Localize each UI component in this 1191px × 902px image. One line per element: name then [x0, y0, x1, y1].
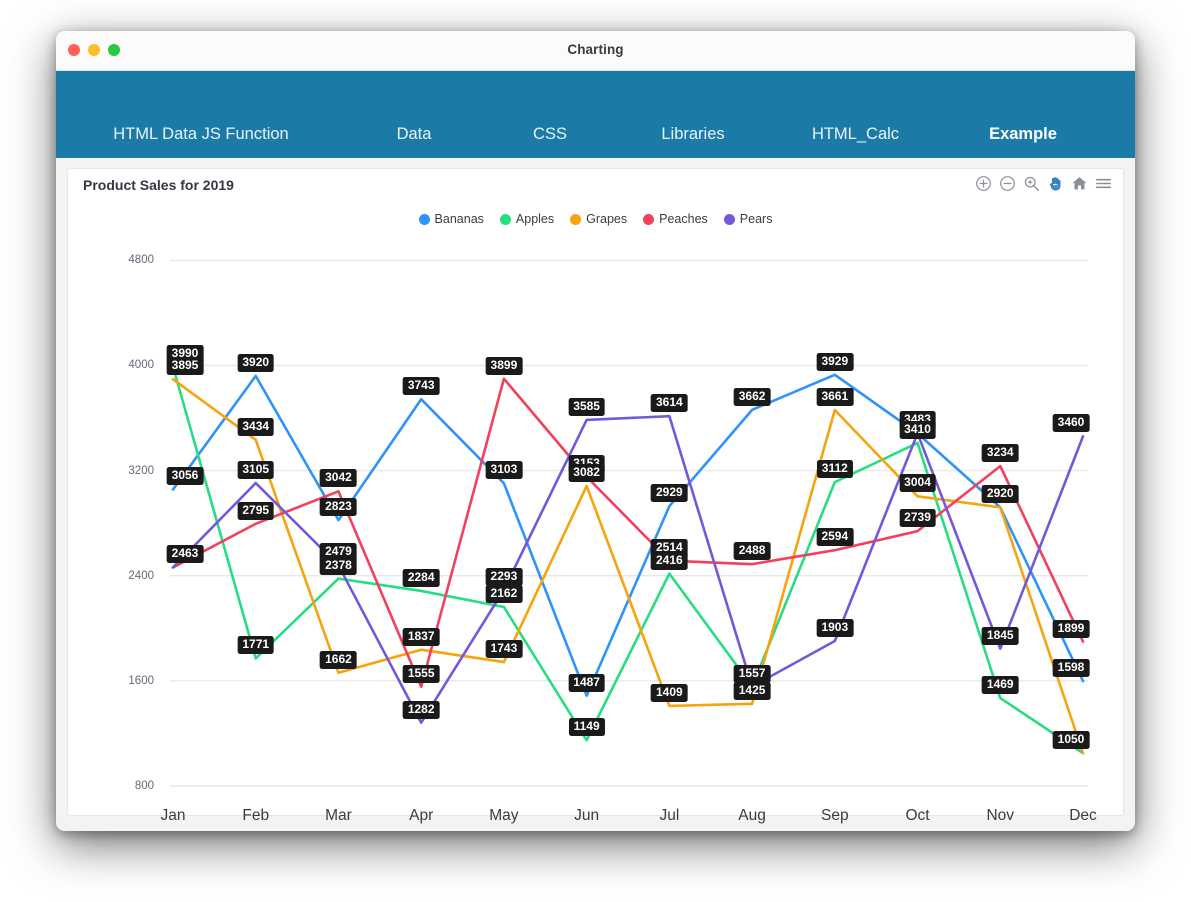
nav-item-libraries[interactable]: Libraries [618, 125, 768, 144]
data-label: 1050 [1052, 731, 1090, 750]
series-line-pears[interactable] [171, 414, 1085, 724]
data-label: 1743 [485, 640, 523, 659]
y-axis-tick-label: 3200 [128, 464, 154, 477]
data-label: 3662 [733, 387, 771, 406]
nav-item-html-data-js-function[interactable]: HTML Data JS Function [56, 125, 346, 144]
data-label: 2416 [651, 551, 688, 570]
nav-item-css[interactable]: CSS [482, 125, 618, 144]
data-label: 2594 [816, 528, 854, 547]
y-axis-tick-label: 800 [134, 780, 154, 792]
data-label: 2284 [402, 568, 440, 587]
data-label: 3460 [1052, 414, 1090, 433]
data-label: 3234 [981, 444, 1019, 463]
data-label: 1845 [981, 626, 1019, 645]
data-label: 3103 [485, 461, 523, 480]
navbar: HTML Data JS Function Data CSS Libraries… [56, 71, 1135, 159]
y-axis-tick-label: 4000 [128, 359, 154, 372]
x-axis-tick-label: Jul [659, 807, 680, 824]
y-axis-tick-label: 4800 [128, 254, 154, 267]
nav-item-html-calc[interactable]: HTML_Calc [768, 125, 943, 144]
series-line-grapes[interactable] [171, 377, 1085, 755]
x-axis-tick-label: Dec [1069, 807, 1097, 824]
app-window: Charting HTML Data JS Function Data CSS … [56, 31, 1135, 831]
x-axis-tick-label: Aug [738, 807, 766, 824]
data-label: 3112 [816, 460, 853, 479]
x-axis-tick-label: Feb [242, 807, 270, 824]
data-label: 1487 [568, 673, 605, 692]
screen: Charting HTML Data JS Function Data CSS … [0, 0, 1191, 902]
data-label: 1662 [320, 650, 357, 669]
data-label: 3082 [568, 464, 605, 483]
data-label: 1557 [733, 664, 771, 683]
chart-plot-area[interactable]: 800 1600 2400 3200 4000 4800 Jan Feb Mar Apr May Ju… [68, 169, 1123, 824]
x-axis-tick-label: Jan [160, 807, 186, 824]
x-axis-tick-label: May [489, 807, 519, 824]
x-axis-tick-label: Jun [574, 807, 600, 824]
data-label: 1149 [568, 718, 605, 737]
data-label: 1899 [1052, 619, 1090, 638]
data-label: 1425 [733, 681, 771, 700]
window-title: Charting [567, 42, 624, 57]
data-label: 2929 [651, 484, 688, 503]
data-label: 3899 [485, 356, 523, 375]
data-label: 2795 [237, 501, 275, 520]
x-axis-tick-label: Nov [986, 807, 1015, 824]
x-axis-tick-label: Oct [905, 807, 930, 824]
data-label: 1409 [651, 683, 688, 702]
data-label: 3614 [651, 394, 688, 413]
nav-item-data[interactable]: Data [346, 125, 482, 144]
data-label: 1771 [237, 636, 275, 655]
x-axis-tick-label: Apr [409, 807, 434, 824]
data-label: 3585 [568, 397, 605, 416]
data-label: 3410 [899, 420, 936, 439]
data-label: 2293 [485, 567, 523, 586]
chart-card: Product Sales for 2019 Bananas Apples Gr… [67, 168, 1124, 824]
data-label: 1282 [402, 700, 440, 719]
nav-items: HTML Data JS Function Data CSS Libraries… [56, 119, 1135, 149]
data-label: 3895 [166, 357, 204, 376]
data-label: 1469 [981, 676, 1019, 695]
data-label: 3661 [816, 387, 854, 406]
data-label: 3434 [237, 417, 275, 436]
data-label: 2378 [320, 556, 357, 575]
data-label: 2488 [733, 542, 771, 561]
page-content: Product Sales for 2019 Bananas Apples Gr… [56, 158, 1135, 831]
data-label: 3056 [166, 467, 204, 486]
x-axis-tick-label: Mar [325, 807, 352, 824]
window-titlebar: Charting [56, 31, 1135, 71]
data-label: 1837 [402, 627, 440, 646]
data-label: 1598 [1052, 659, 1090, 678]
data-label: 2162 [485, 584, 523, 603]
data-label: 2920 [981, 485, 1019, 504]
data-label: 2463 [166, 545, 204, 564]
nav-item-example[interactable]: Example [943, 125, 1103, 144]
data-label: 3929 [816, 352, 854, 371]
data-label: 1903 [816, 619, 854, 638]
y-axis-tick-label: 2400 [128, 569, 154, 582]
data-label: 2823 [320, 498, 357, 517]
y-axis-tick-label: 1600 [128, 674, 154, 687]
data-label: 2739 [899, 509, 936, 528]
data-label: 3004 [899, 474, 936, 493]
data-label: 3743 [402, 377, 440, 396]
data-label: 3920 [237, 353, 275, 372]
data-label: 1555 [402, 664, 440, 683]
x-axis-tick-label: Sep [821, 807, 849, 824]
data-label: 3105 [237, 461, 275, 480]
series-line-apples[interactable] [171, 365, 1085, 755]
data-label: 3042 [320, 469, 357, 488]
